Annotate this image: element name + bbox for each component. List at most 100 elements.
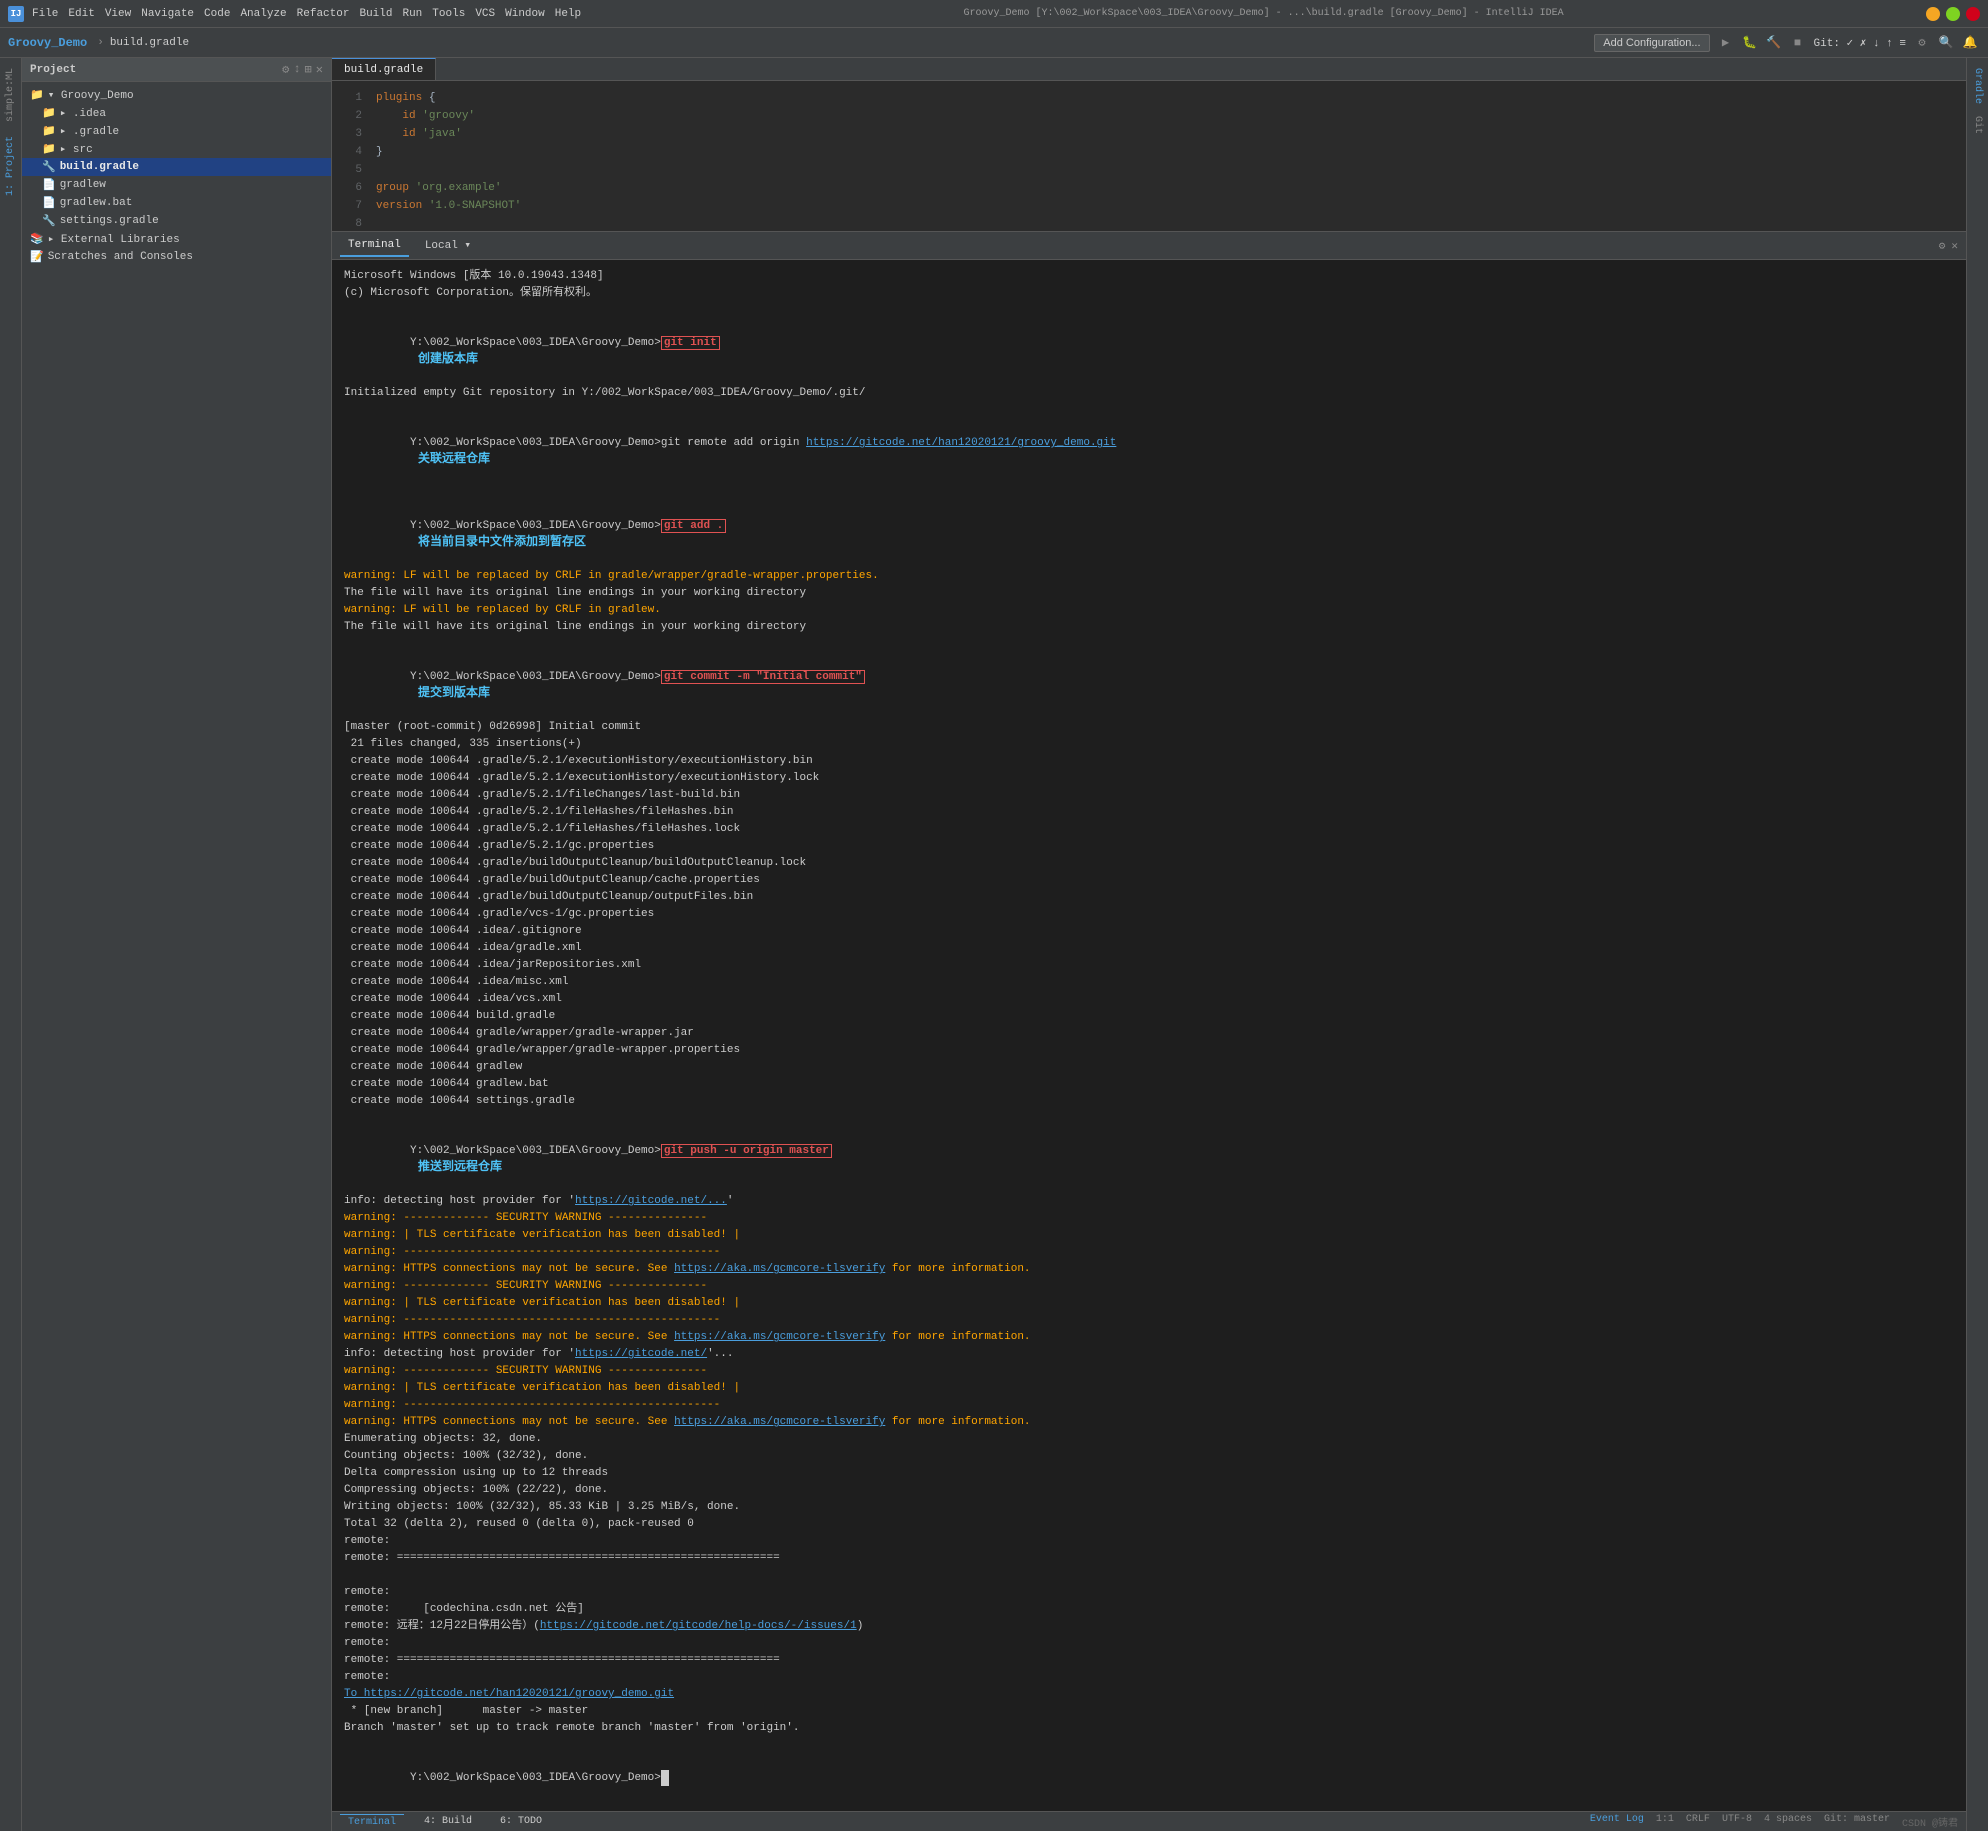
project-panel-header: Project ⚙ ↕ ⊞ ✕	[22, 58, 331, 82]
tree-item-label: ▸ .gradle	[60, 124, 119, 138]
host-link2[interactable]: https://gitcode.net/	[575, 1348, 707, 1360]
panel-close-icon[interactable]: ✕	[316, 62, 323, 77]
toolbar-run-icons: ▶ 🐛 🔨 ■	[1716, 33, 1808, 53]
term-line: create mode 100644 .idea/vcs.xml	[344, 991, 1954, 1007]
debug-icon[interactable]: 🐛	[1740, 33, 1760, 53]
terminal-settings-icon[interactable]: ⚙	[1939, 239, 1946, 253]
minimize-button[interactable]	[1926, 7, 1940, 21]
left-tab-project[interactable]: 1: Project	[2, 130, 19, 202]
csdn-link[interactable]: https://gitcode.net/gitcode/help-docs/-/…	[540, 1620, 857, 1632]
bottom-tab-todo[interactable]: 6: TODO	[492, 1814, 550, 1829]
code-editor: 12345 678 plugins { id 'groovy' id 'java…	[332, 81, 1966, 231]
menu-edit[interactable]: Edit	[68, 8, 94, 20]
menu-bar[interactable]: File Edit View Navigate Code Analyze Ref…	[32, 8, 581, 20]
term-line: create mode 100644 .gradle/5.2.1/executi…	[344, 770, 1954, 786]
panel-expand-icon[interactable]: ⊞	[305, 62, 312, 77]
term-git-add-line: Y:\002_WorkSpace\003_IDEA\Groovy_Demo>gi…	[344, 502, 1954, 567]
bottom-tab-build[interactable]: 4: Build	[416, 1814, 480, 1829]
tree-item-label: ▸ External Libraries	[48, 232, 180, 246]
stop-icon[interactable]: ■	[1788, 33, 1808, 53]
panel-sort-icon[interactable]: ↕	[293, 62, 300, 77]
git-commit-cmd: git commit -m "Initial commit"	[661, 670, 865, 684]
tree-gradlew[interactable]: 📄 gradlew	[22, 176, 331, 194]
tree-build-gradle[interactable]: 🔧 build.gradle	[22, 158, 331, 176]
term-line: warning: HTTPS connections may not be se…	[344, 1261, 1954, 1277]
title-bar: IJ File Edit View Navigate Code Analyze …	[0, 0, 1988, 28]
build-icon[interactable]: 🔨	[1764, 33, 1784, 53]
settings-icon[interactable]: ⚙	[1912, 33, 1932, 53]
tree-item-label: Scratches and Consoles	[48, 251, 193, 263]
tree-project-root[interactable]: 📁 ▾ Groovy_Demo	[22, 86, 331, 104]
terminal-body[interactable]: Microsoft Windows [版本 10.0.19043.1348] (…	[332, 260, 1966, 1811]
menu-refactor[interactable]: Refactor	[297, 8, 350, 20]
tree-item-label: gradlew.bat	[60, 197, 133, 209]
code-line-3: id 'java'	[372, 125, 1966, 143]
menu-run[interactable]: Run	[402, 8, 422, 20]
terminal-close-icon[interactable]: ✕	[1951, 239, 1958, 253]
menu-analyze[interactable]: Analyze	[240, 8, 286, 20]
tree-item-label: build.gradle	[60, 161, 139, 173]
menu-file[interactable]: File	[32, 8, 58, 20]
code-line-4: }	[372, 143, 1966, 161]
tls-link[interactable]: https://aka.ms/gcmcore-tlsverify	[674, 1263, 885, 1275]
notifications-icon[interactable]: 🔔	[1960, 33, 1980, 53]
add-configuration-button[interactable]: Add Configuration...	[1594, 34, 1709, 52]
term-line: warning: -------------------------------…	[344, 1397, 1954, 1413]
tree-external-libraries[interactable]: 📚 ▸ External Libraries	[22, 230, 331, 248]
tree-idea[interactable]: 📁 ▸ .idea	[22, 104, 331, 122]
term-blank	[344, 485, 1954, 501]
remote-url-link[interactable]: https://gitcode.net/han12020121/groovy_d…	[806, 437, 1116, 449]
git-push-annotation: 推送到远程仓库	[418, 1160, 502, 1174]
menu-build[interactable]: Build	[359, 8, 392, 20]
term-line: create mode 100644 build.gradle	[344, 1008, 1954, 1024]
term-line: 21 files changed, 335 insertions(+)	[344, 736, 1954, 752]
term-line: warning: ------------- SECURITY WARNING …	[344, 1210, 1954, 1226]
menu-view[interactable]: View	[105, 8, 131, 20]
left-tab-simpleml[interactable]: simple:ML	[2, 62, 19, 128]
status-spaces: 4 spaces	[1764, 1814, 1812, 1830]
menu-code[interactable]: Code	[204, 8, 230, 20]
term-line: Total 32 (delta 2), reused 0 (delta 0), …	[344, 1516, 1954, 1532]
menu-vcs[interactable]: VCS	[475, 8, 495, 20]
search-icon[interactable]: 🔍	[1936, 33, 1956, 53]
maximize-button[interactable]	[1946, 7, 1960, 21]
terminal-tab[interactable]: Terminal	[340, 235, 409, 257]
term-cursor	[661, 1770, 669, 1786]
menu-window[interactable]: Window	[505, 8, 545, 20]
term-git-push-line: Y:\002_WorkSpace\003_IDEA\Groovy_Demo>gi…	[344, 1127, 1954, 1192]
main-toolbar: Groovy_Demo › build.gradle Add Configura…	[0, 28, 1988, 58]
menu-navigate[interactable]: Navigate	[141, 8, 194, 20]
code-content[interactable]: plugins { id 'groovy' id 'java' } group …	[372, 89, 1966, 223]
bottom-tab-terminal[interactable]: Terminal	[340, 1814, 404, 1830]
tree-settings-gradle[interactable]: 🔧 settings.gradle	[22, 212, 331, 230]
event-log-link[interactable]: Event Log	[1590, 1814, 1644, 1830]
tls-link2[interactable]: https://aka.ms/gcmcore-tlsverify	[674, 1331, 885, 1343]
right-tab-gradle[interactable]: Gradle	[1969, 62, 1986, 110]
term-line: remote:	[344, 1669, 1954, 1685]
right-tab-git[interactable]: Git	[1969, 110, 1986, 140]
tree-scratches[interactable]: 📝 Scratches and Consoles	[22, 248, 331, 266]
tree-src[interactable]: 📁 ▸ src	[22, 140, 331, 158]
repo-url-link[interactable]: To https://gitcode.net/han12020121/groov…	[344, 1688, 674, 1700]
term-line: warning: HTTPS connections may not be se…	[344, 1329, 1954, 1345]
panel-settings-icon[interactable]: ⚙	[282, 62, 289, 77]
line-numbers: 12345 678	[332, 89, 372, 223]
code-line-2: id 'groovy'	[372, 107, 1966, 125]
tree-gradlew-bat[interactable]: 📄 gradlew.bat	[22, 194, 331, 212]
file-tree: 📁 ▾ Groovy_Demo 📁 ▸ .idea 📁 ▸ .gradle 📁 …	[22, 82, 331, 1831]
run-icon[interactable]: ▶	[1716, 33, 1736, 53]
app-logo: IJ	[8, 6, 24, 22]
window-controls[interactable]	[1926, 7, 1980, 21]
close-button[interactable]	[1966, 7, 1980, 21]
right-tab-bar: Gradle Git	[1966, 58, 1988, 1831]
menu-tools[interactable]: Tools	[432, 8, 465, 20]
git-init-cmd: git init	[661, 336, 720, 350]
tab-build-gradle[interactable]: build.gradle	[332, 58, 436, 80]
term-line: warning: -------------------------------…	[344, 1244, 1954, 1260]
host-link[interactable]: https://gitcode.net/...	[575, 1195, 727, 1207]
term-prompt: Y:\002_WorkSpace\003_IDEA\Groovy_Demo>	[410, 1145, 661, 1157]
tree-gradle[interactable]: 📁 ▸ .gradle	[22, 122, 331, 140]
menu-help[interactable]: Help	[555, 8, 581, 20]
tree-item-label: gradlew	[60, 179, 106, 191]
tls-link3[interactable]: https://aka.ms/gcmcore-tlsverify	[674, 1416, 885, 1428]
